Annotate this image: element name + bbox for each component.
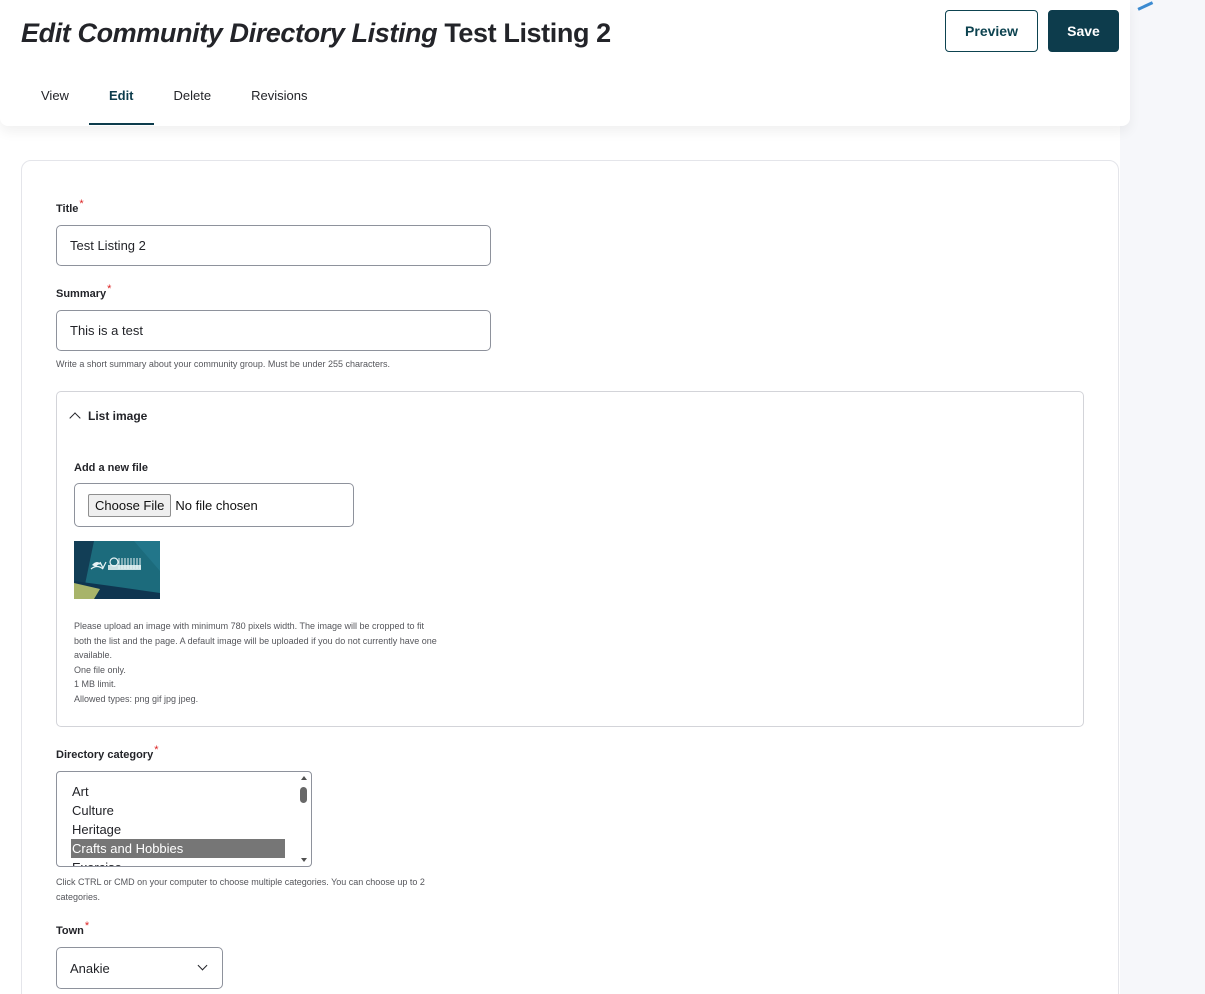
local-tasks-tabs: View Edit Delete Revisions	[21, 78, 327, 126]
town-label-text: Town	[56, 925, 84, 937]
page-title-type: Edit Community Directory Listing	[21, 18, 438, 48]
title-required-marker: *	[79, 198, 84, 210]
chevron-down-icon	[197, 960, 208, 971]
title-label-text: Title	[56, 203, 79, 215]
page-header: Edit Community Directory Listing Test Li…	[0, 0, 1130, 126]
directory-category-help: Click CTRL or CMD on your computer to ch…	[56, 875, 425, 904]
title-input[interactable]: Test Listing 2	[56, 225, 491, 266]
list-image-thumbnail	[74, 541, 160, 599]
title-label: Title*	[56, 198, 84, 215]
save-button[interactable]: Save	[1048, 10, 1119, 52]
scroll-up-arrow-icon[interactable]	[301, 776, 307, 780]
chevron-up-icon	[69, 412, 81, 424]
category-option-exercise[interactable]: Exercise	[71, 858, 285, 866]
category-option-art[interactable]: Art	[71, 782, 285, 801]
file-status-text: No file chosen	[175, 497, 258, 513]
directory-category-label-text: Directory category	[56, 749, 154, 761]
town-label: Town*	[56, 920, 89, 937]
list-image-legend: List image	[88, 409, 148, 423]
page-title: Edit Community Directory Listing Test Li…	[21, 16, 611, 50]
category-option-crafts-and-hobbies[interactable]: Crafts and Hobbies	[71, 839, 285, 858]
town-select[interactable]: Anakie	[56, 947, 223, 989]
summary-input[interactable]: This is a test	[56, 310, 491, 351]
category-required-marker: *	[154, 744, 159, 756]
golden-plains-logo-image	[74, 541, 160, 599]
file-upload-field: Choose File No file chosen	[74, 483, 354, 527]
directory-category-listbox[interactable]: Art Culture Heritage Crafts and Hobbies …	[56, 771, 312, 867]
page-title-node: Test Listing 2	[444, 18, 611, 48]
preview-button[interactable]: Preview	[945, 10, 1038, 52]
help-line: One file only.	[74, 664, 126, 675]
list-image-details: List image Add a new file Choose File No…	[56, 391, 1084, 727]
tab-revisions[interactable]: Revisions	[231, 78, 327, 126]
category-option-culture[interactable]: Culture	[71, 801, 285, 820]
help-line: Please upload an image with minimum 780 …	[74, 621, 425, 631]
town-select-value: Anakie	[70, 960, 110, 976]
help-line: categories.	[56, 891, 101, 902]
help-line: both the list and the page. A default im…	[74, 635, 437, 646]
town-required-marker: *	[84, 920, 90, 932]
summary-help-text: Write a short summary about your communi…	[56, 359, 390, 369]
add-file-label: Add a new file	[74, 462, 148, 474]
directory-category-label: Directory category*	[56, 744, 159, 761]
listbox-scrollbar[interactable]	[298, 773, 310, 865]
tab-view[interactable]: View	[21, 78, 89, 126]
right-gutter	[1120, 0, 1205, 994]
summary-label: Summary*	[56, 283, 111, 300]
scroll-down-arrow-icon[interactable]	[301, 858, 307, 862]
tab-delete[interactable]: Delete	[154, 78, 232, 126]
tab-edit[interactable]: Edit	[88, 78, 154, 126]
scrollbar-thumb[interactable]	[300, 787, 307, 803]
list-image-help: Please upload an image with minimum 780 …	[74, 619, 437, 706]
help-line: available.	[74, 650, 113, 660]
summary-required-marker: *	[107, 283, 112, 295]
help-line: Click CTRL or CMD on your computer to ch…	[56, 877, 425, 887]
choose-file-button[interactable]: Choose File	[88, 493, 172, 517]
help-line: 1 MB limit.	[74, 679, 117, 689]
list-image-summary-toggle[interactable]: List image	[68, 409, 148, 424]
category-option-heritage[interactable]: Heritage	[71, 820, 285, 839]
summary-label-text: Summary	[56, 288, 107, 300]
help-line: Allowed types: png gif jpg jpeg.	[74, 693, 199, 704]
